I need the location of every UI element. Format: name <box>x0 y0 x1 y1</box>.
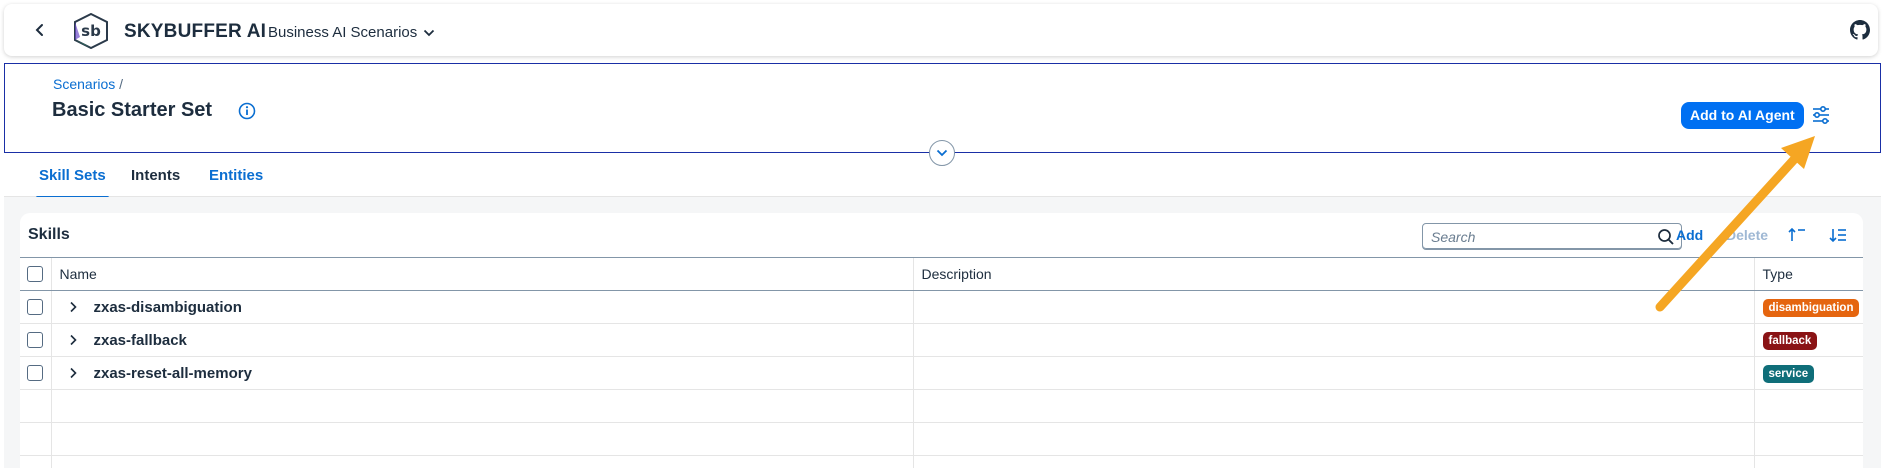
table-row[interactable]: zxas-disambiguation disambiguation <box>20 290 1863 324</box>
skill-name[interactable]: zxas-disambiguation <box>94 299 242 316</box>
type-cell: service <box>1753 356 1863 390</box>
add-to-ai-agent-button[interactable]: Add to AI Agent <box>1681 102 1804 129</box>
row-select-cell <box>20 356 51 390</box>
table-row[interactable]: zxas-fallback fallback <box>20 323 1863 357</box>
page-title: Basic Starter Set <box>52 99 213 121</box>
name-cell: zxas-fallback <box>50 323 913 357</box>
search-placeholder: Search <box>1431 229 1476 245</box>
name-cell: zxas-reset-all-memory <box>50 356 913 390</box>
column-header-description[interactable]: Description <box>912 257 1754 291</box>
name-cell: zxas-disambiguation <box>50 290 913 324</box>
skybuffer-logo-icon: sb <box>72 12 110 50</box>
github-icon[interactable] <box>1850 20 1870 40</box>
type-cell: disambiguation <box>1753 290 1863 324</box>
chevron-right-icon[interactable] <box>66 366 80 380</box>
tab-skill-sets[interactable]: Skill Sets <box>36 167 109 199</box>
empty-row <box>20 455 1863 468</box>
skill-name[interactable]: zxas-fallback <box>94 332 187 349</box>
row-select-cell <box>20 323 51 357</box>
description-cell <box>912 323 1754 357</box>
skills-title: Skills <box>28 226 70 243</box>
chevron-down-icon <box>423 24 435 41</box>
product-switcher[interactable]: Business AI Scenarios <box>268 24 435 41</box>
search-icon[interactable] <box>1657 228 1675 246</box>
breadcrumb: Scenarios / <box>53 76 123 92</box>
empty-row <box>20 389 1863 423</box>
info-icon[interactable] <box>238 102 256 120</box>
type-badge: disambiguation <box>1762 298 1860 317</box>
table-header-row: Name Description Type <box>20 257 1863 291</box>
sort-ascending-icon[interactable] <box>1787 225 1807 245</box>
brand-name: SKYBUFFER AI <box>124 21 267 42</box>
type-badge: fallback <box>1762 331 1818 350</box>
row-checkbox[interactable] <box>27 332 44 348</box>
table-row[interactable]: zxas-reset-all-memory service <box>20 356 1863 390</box>
select-all-cell <box>20 257 51 291</box>
row-select-cell <box>20 290 51 324</box>
description-cell <box>912 290 1754 324</box>
skills-table-card: Skills Search Add Delete Name Descriptio… <box>20 213 1863 468</box>
settings-sliders-icon[interactable] <box>1810 105 1832 125</box>
logo-text: sb <box>81 22 101 40</box>
chevron-right-icon[interactable] <box>66 300 80 314</box>
type-cell: fallback <box>1753 323 1863 357</box>
type-badge: service <box>1762 364 1815 383</box>
product-name: Business AI Scenarios <box>268 24 418 41</box>
empty-row <box>20 422 1863 456</box>
shell-bar: sb SKYBUFFER AI Business AI Scenarios <box>4 4 1878 56</box>
chevron-right-icon[interactable] <box>66 333 80 347</box>
delete-button[interactable]: Delete <box>1726 227 1768 243</box>
back-chevron-icon[interactable] <box>28 18 52 42</box>
column-header-type[interactable]: Type <box>1753 257 1863 291</box>
skill-name[interactable]: zxas-reset-all-memory <box>94 365 252 382</box>
select-all-checkbox[interactable] <box>27 266 44 282</box>
add-button[interactable]: Add <box>1676 227 1703 243</box>
row-checkbox[interactable] <box>27 365 44 381</box>
search-input[interactable]: Search <box>1422 223 1682 250</box>
tab-intents[interactable]: Intents <box>131 167 180 184</box>
sort-descending-icon[interactable] <box>1828 225 1848 245</box>
row-checkbox[interactable] <box>27 299 44 315</box>
description-cell <box>912 356 1754 390</box>
skills-table: Name Description Type zxas-disambiguatio… <box>20 257 1863 468</box>
breadcrumb-separator: / <box>119 76 124 92</box>
breadcrumb-scenarios-link[interactable]: Scenarios <box>53 76 115 92</box>
tab-entities[interactable]: Entities <box>209 167 263 184</box>
column-header-name[interactable]: Name <box>50 257 913 291</box>
collapse-header-chevron-icon[interactable] <box>929 140 955 166</box>
